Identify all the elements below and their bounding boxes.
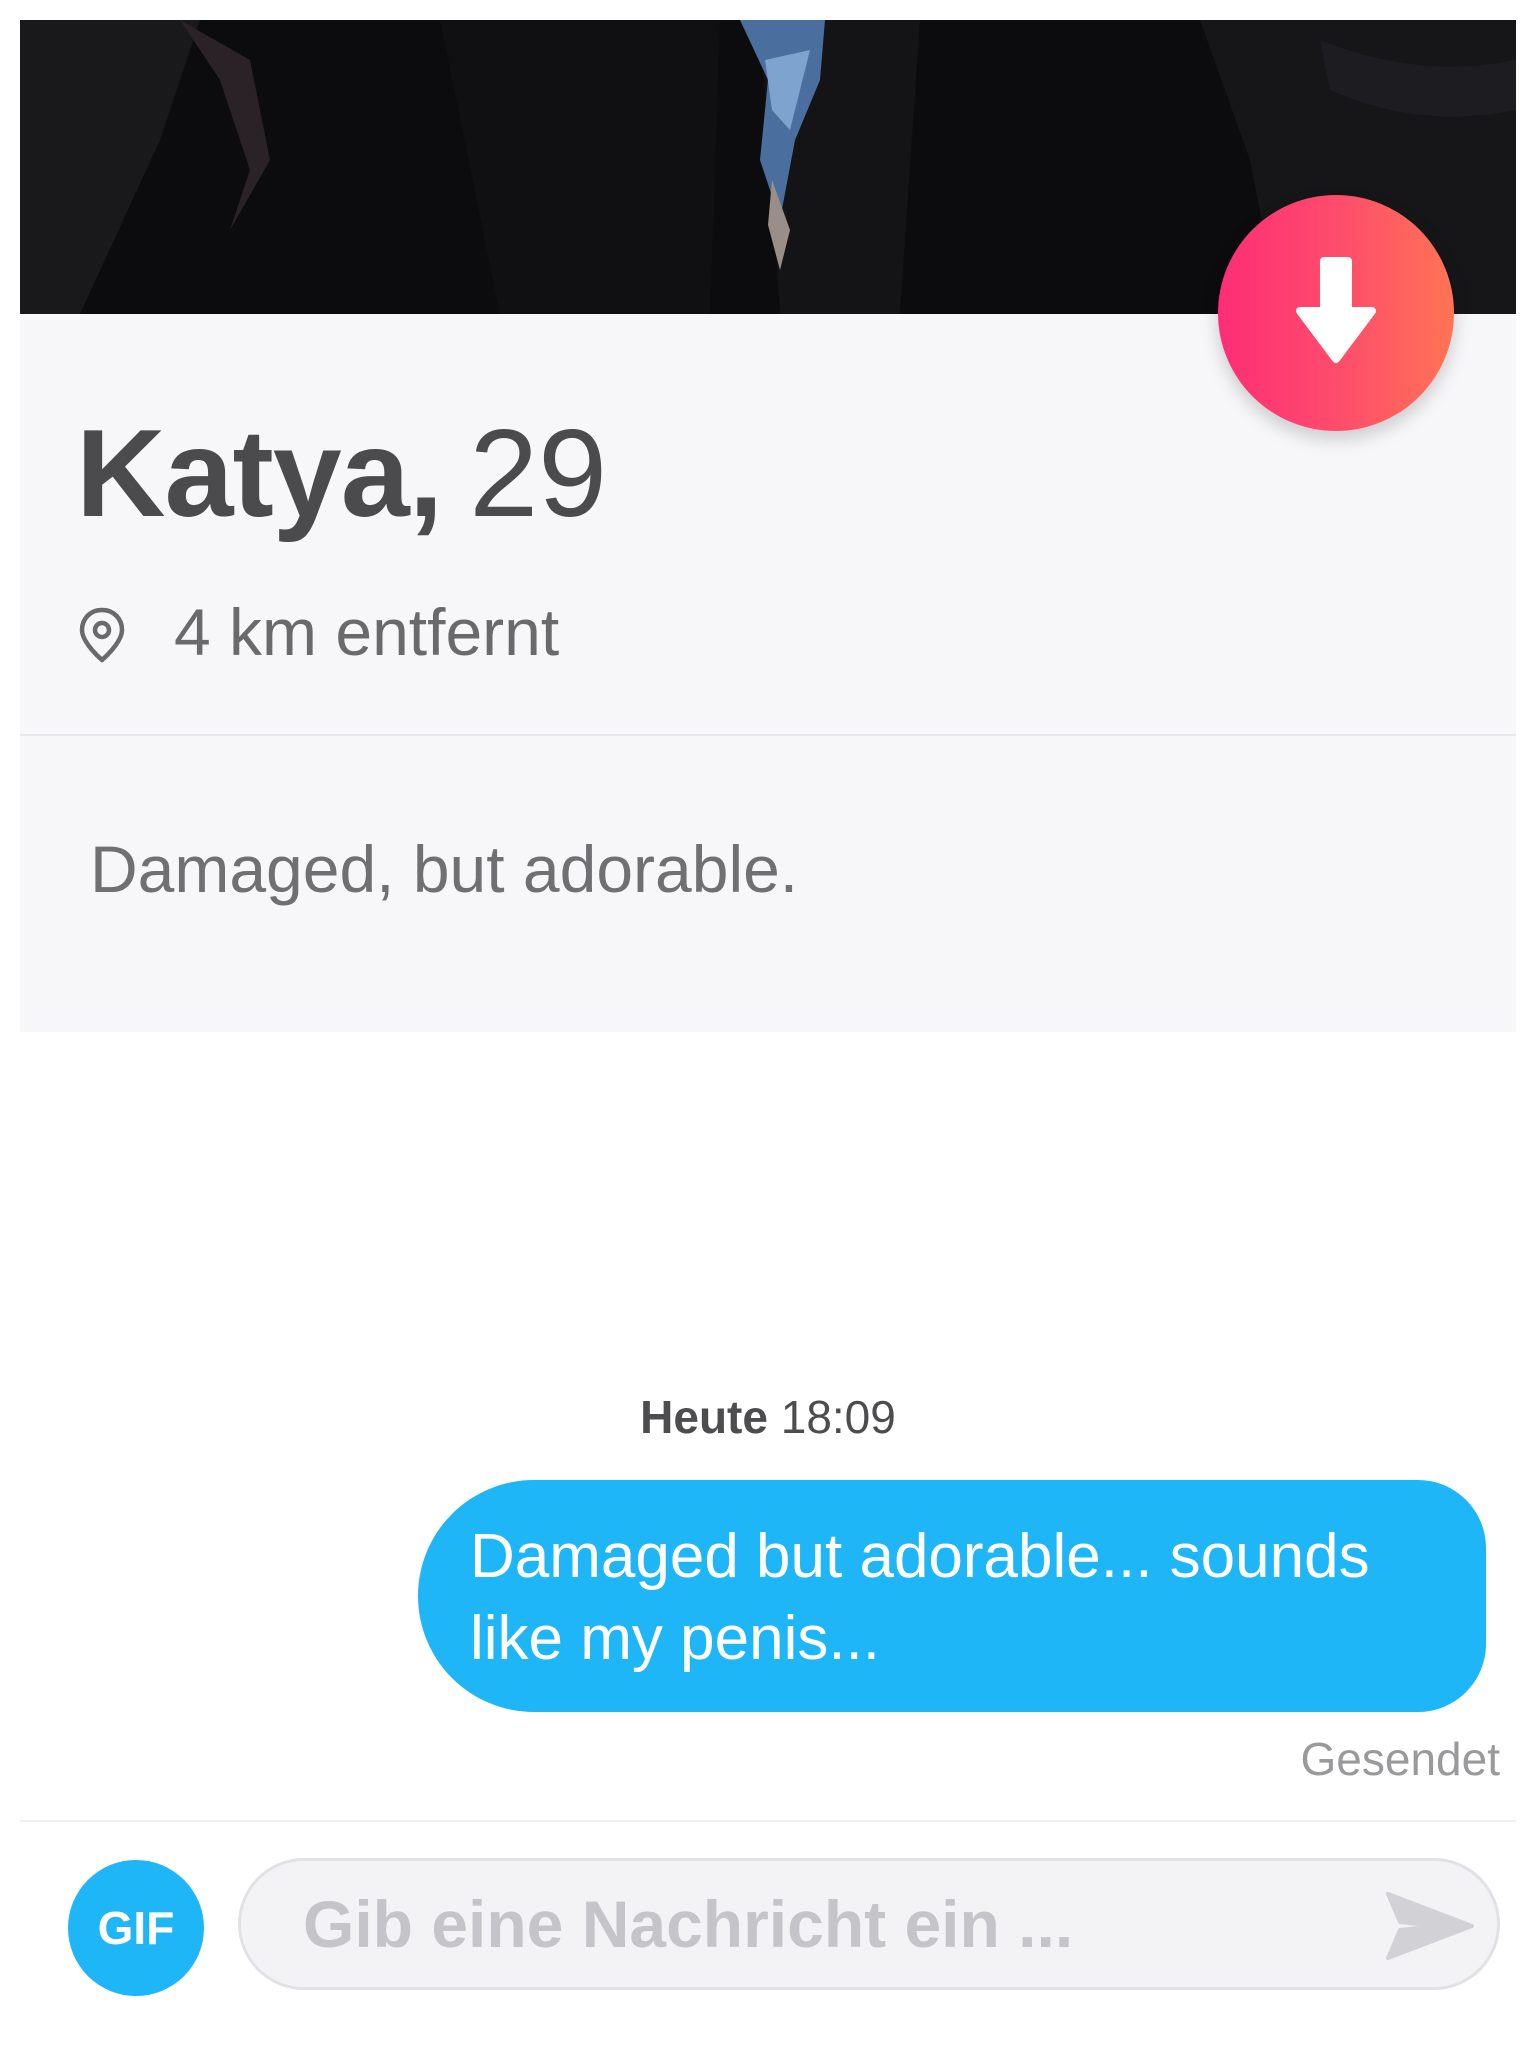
timestamp-day: Heute: [640, 1391, 768, 1443]
message-timestamp: Heute 18:09: [20, 1390, 1516, 1444]
outgoing-message-bubble[interactable]: Damaged but adorable... sounds like my p…: [418, 1480, 1486, 1712]
profile-bio: Damaged, but adorable.: [90, 832, 799, 906]
timestamp-time: 18:09: [780, 1391, 896, 1443]
card-divider: [20, 734, 1516, 736]
location-pin-icon: [76, 603, 128, 663]
send-icon: [1386, 1892, 1474, 1960]
composer-divider: [20, 1820, 1516, 1822]
message-status: Gesendet: [1300, 1733, 1500, 1785]
message-input[interactable]: [238, 1858, 1500, 1990]
profile-name-age: Katya, 29: [76, 404, 607, 544]
profile-age: 29: [469, 405, 608, 543]
send-button[interactable]: [1384, 1888, 1476, 1964]
profile-distance: 4 km entfernt: [76, 592, 559, 672]
profile-name: Katya: [76, 405, 410, 543]
chat-screen: Katya, 29 4 km entfernt Damaged, but ador…: [20, 20, 1516, 2028]
profile-distance-text: 4 km entfernt: [174, 595, 560, 669]
name-separator: ,: [408, 405, 444, 543]
gif-button[interactable]: GIF: [68, 1860, 204, 1996]
arrow-down-icon: [1296, 257, 1376, 363]
collapse-profile-button[interactable]: [1218, 195, 1454, 431]
